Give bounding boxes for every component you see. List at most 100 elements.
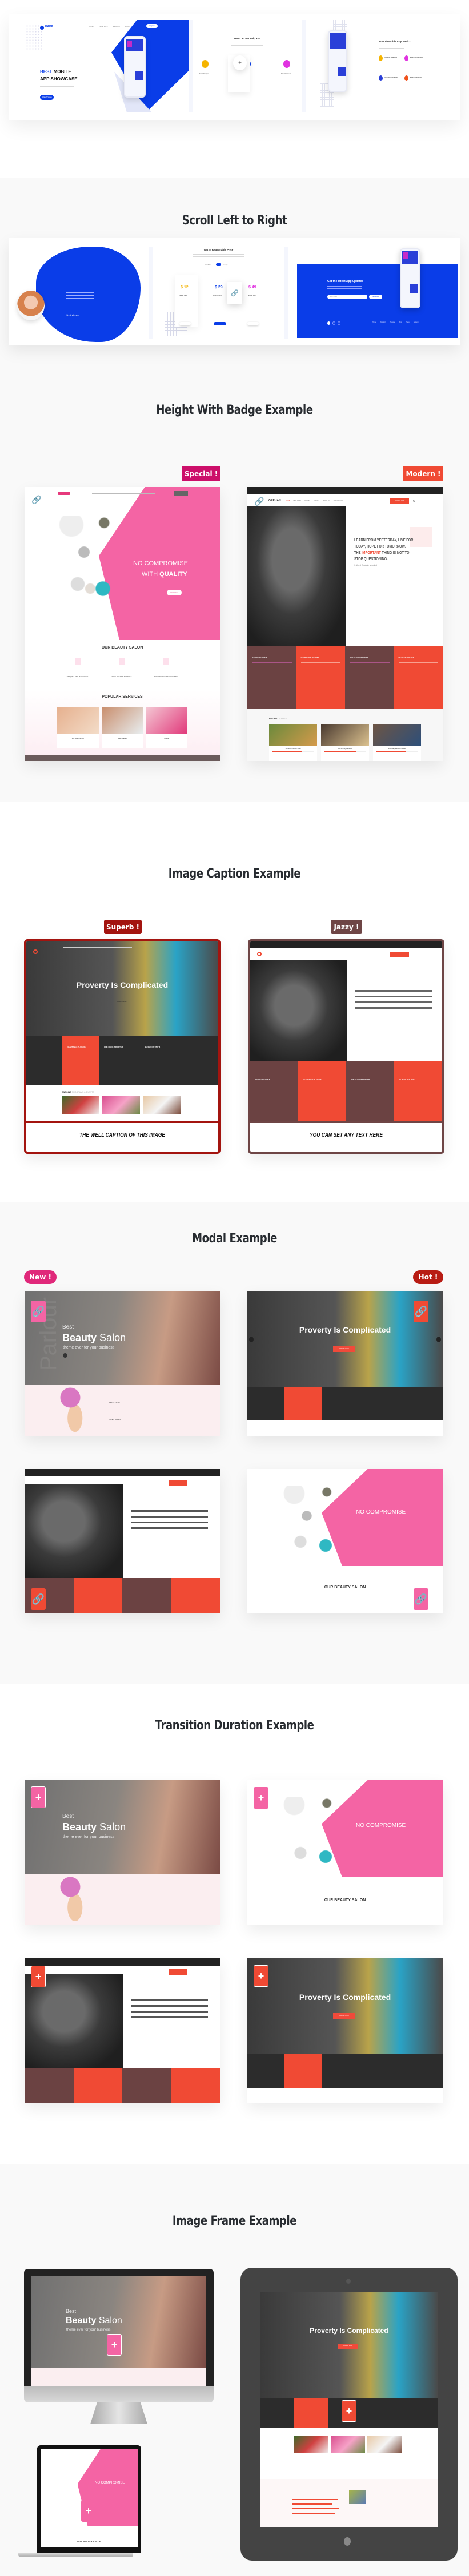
modal-trigger-button[interactable]: 🔗 (31, 1588, 46, 1610)
watch-video-button[interactable]: Watch Video (40, 95, 54, 100)
feature-tile[interactable]: VC PAGE BUILDER (394, 1061, 442, 1122)
event-image[interactable] (367, 2436, 403, 2453)
social-icon[interactable] (332, 321, 335, 325)
transition-card-orphan[interactable]: + (25, 1958, 220, 2103)
hover-overlay-button[interactable]: + (233, 55, 247, 70)
hover-trigger-button[interactable]: + (107, 2334, 122, 2356)
nav-item[interactable]: CONTACT US (334, 500, 343, 501)
donate-now-button[interactable]: DONATE NOW (333, 1346, 355, 1352)
footer-link[interactable]: Press (406, 321, 409, 323)
feature-tile[interactable]: BASED ON UNIT 3 (141, 1036, 182, 1085)
feature-tile[interactable]: CHARTABLE PLUGINS (62, 1036, 99, 1085)
subscribe-button[interactable]: Subscribe (369, 295, 382, 299)
feature-tile[interactable] (294, 2398, 328, 2428)
hero-cta-button[interactable]: Click Here (167, 590, 182, 595)
plan-button[interactable] (247, 322, 259, 325)
plan-button[interactable] (179, 322, 191, 325)
hover-trigger-button[interactable]: + (342, 2400, 356, 2422)
event-image[interactable] (102, 1096, 140, 1114)
nav-item[interactable]: BLOG (125, 26, 130, 28)
donate-now-button[interactable]: DONATE NOW (338, 2344, 358, 2349)
modal-card-poverty[interactable]: Proverty Is Complicated DONATE NOW 🔗 (247, 1291, 443, 1436)
modal-card-orphan[interactable]: 🔗 (25, 1469, 220, 1613)
search-icon[interactable] (413, 500, 415, 502)
transition-card-beauty[interactable]: Best Beauty Salon theme ever for your bu… (25, 1780, 220, 1925)
nav-item[interactable]: ABOUT US (323, 500, 330, 501)
macbook-frame[interactable]: NO COMPROMISE OUR BEAUTY SALON + (37, 2445, 141, 2553)
billing-toggle[interactable] (216, 263, 221, 266)
modal-trigger-button[interactable]: 🔗 (31, 1301, 46, 1322)
social-icon[interactable] (338, 321, 340, 325)
book-now-button[interactable] (174, 491, 188, 496)
service-card[interactable]: Hair Straight (101, 707, 143, 748)
cause-card[interactable]: Stationary Education Needs (373, 724, 421, 761)
feature-tile[interactable] (122, 1578, 171, 1613)
nav-item[interactable]: CAUSES (304, 500, 310, 501)
donate-now-button[interactable]: DONATE NOW (333, 2013, 355, 2019)
nav-item[interactable]: HOME (89, 26, 94, 28)
feature-tile[interactable] (171, 2068, 220, 2103)
donate-now-button[interactable] (169, 1969, 187, 1975)
event-image[interactable] (294, 2436, 328, 2453)
caption-card-poverty[interactable]: Proverty Is Complicated DONATE NOW CHART… (24, 939, 221, 1154)
event-image[interactable] (143, 1096, 181, 1114)
feature-tile[interactable]: ONE CLICK IMPORTER (345, 646, 394, 709)
donate-now-button[interactable]: DONATE NOW (390, 498, 409, 504)
badge-card-orphan[interactable]: 🔗 ORPHAN HOME FEATURES CAUSES EVENTS ABO… (247, 487, 443, 761)
cause-card[interactable]: Pre-Primary Facilities (321, 724, 369, 761)
plan-button[interactable] (214, 322, 226, 325)
nav-item[interactable]: FEATURES (99, 26, 108, 28)
hover-trigger-button[interactable]: + (31, 1786, 46, 1808)
feature-tile[interactable] (284, 2054, 322, 2088)
feature-tile[interactable] (73, 1578, 122, 1613)
feature-tile[interactable] (25, 2068, 74, 2103)
modal-trigger-button[interactable]: 🔗 (414, 1588, 428, 1610)
footer-link[interactable]: About Us (380, 321, 386, 323)
next-arrow-icon[interactable] (436, 1337, 441, 1342)
feature-tile[interactable] (122, 2068, 171, 2103)
transition-card-poverty[interactable]: Proverty Is Complicated DONATE NOW + (247, 1958, 443, 2103)
feature-tile[interactable] (284, 1387, 322, 1420)
hover-trigger-button[interactable]: + (254, 1965, 268, 1987)
footer-link[interactable]: Service (390, 321, 395, 323)
hover-overlay-button[interactable]: 🔗 (227, 282, 242, 304)
cause-card[interactable]: School for Orphan Child (269, 724, 317, 761)
feature-tile[interactable]: ONE CLICK IMPORTER (99, 1036, 141, 1085)
feature-tile[interactable]: CHARTABLE PLUGINS (298, 1061, 346, 1122)
hover-trigger-button[interactable]: + (31, 1966, 46, 1987)
feature-tile[interactable]: ONE CLICK IMPORTER (346, 1061, 394, 1122)
tablet-frame[interactable]: Proverty Is Complicated DONATE NOW + (240, 2268, 458, 2561)
feature-tile[interactable]: BASED ON UNIT 3 (250, 1061, 298, 1122)
donate-now-button[interactable] (169, 1480, 187, 1486)
modal-card-parlour[interactable]: NO COMPROMISE OUR BEAUTY SALON 🔗 (247, 1469, 443, 1613)
feature-tile[interactable]: VC PAGE BUILDER (394, 646, 443, 709)
service-card[interactable]: Nail Art (146, 707, 188, 748)
badge-card-parlour[interactable]: 🔗 NO COMPROMISE WITH QUALITY Click Here … (25, 487, 220, 761)
donate-now-button[interactable]: DONATE NOW (111, 999, 133, 1005)
hover-trigger-button[interactable]: + (81, 2500, 96, 2522)
caption-card-orphan[interactable]: BASED ON UNIT 3 CHARTABLE PLUGINS ONE CL… (248, 939, 444, 1154)
footer-link[interactable]: Support (414, 321, 419, 323)
nav-item[interactable]: HOME (286, 500, 290, 501)
prev-arrow-icon[interactable] (249, 1337, 254, 1342)
hover-trigger-button[interactable]: + (254, 1787, 268, 1809)
feature-tile[interactable] (73, 2068, 122, 2103)
feature-tile[interactable] (171, 1578, 220, 1613)
feature-tile[interactable]: BASED ON UNIT 3 (247, 646, 296, 709)
play-icon[interactable] (63, 1353, 67, 1358)
service-card[interactable]: Full Spa Therapy (57, 707, 99, 748)
transition-card-parlour[interactable]: NO COMPROMISE OUR BEAUTY SALON + (247, 1780, 443, 1925)
scroll-card[interactable]: Kiri Anderson Get In Reasonable Price Mo… (9, 238, 460, 345)
showcase-card[interactable]: EAPP HOME FEATURES PRICING BLOG Sign in … (9, 14, 460, 120)
nav-item[interactable]: FEATURES (294, 500, 301, 501)
donate-now-button[interactable] (390, 952, 409, 957)
feature-tile[interactable]: CHARTABLE PLUGINS (296, 646, 345, 709)
nav-item[interactable]: EVENTS (314, 500, 319, 501)
footer-link[interactable]: Blog (399, 321, 402, 323)
sign-in-button[interactable]: Sign in (146, 24, 158, 28)
tablet-home-button[interactable] (344, 2537, 351, 2546)
footer-link[interactable]: Home (372, 321, 376, 323)
subscribe-input[interactable]: Enter Email (327, 295, 367, 299)
event-image[interactable] (62, 1096, 99, 1114)
nav-item[interactable]: PRICING (113, 26, 121, 28)
